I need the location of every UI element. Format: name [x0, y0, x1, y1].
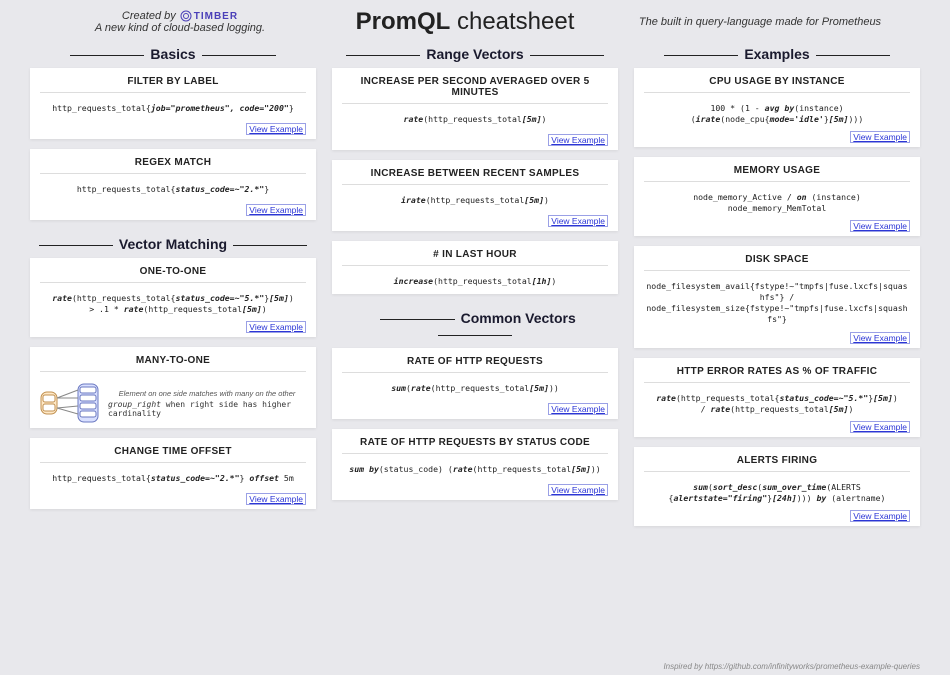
- card-title: ALERTS FIRING: [644, 455, 910, 472]
- page-title: PromQL cheatsheet: [320, 8, 610, 36]
- card-title: INCREASE BETWEEN RECENT SAMPLES: [342, 168, 608, 185]
- card-title: REGEX MATCH: [40, 157, 306, 174]
- footer-credit: Inspired by https://github.com/infinityw…: [663, 662, 920, 671]
- tagline: A new kind of cloud-based logging.: [40, 22, 320, 34]
- card: CPU USAGE BY INSTANCE 100 * (1 - avg by(i…: [634, 68, 920, 147]
- card-code: node_filesystem_avail{fstype!~"tmpfs|fus…: [644, 281, 910, 325]
- diagram-icon: [40, 382, 100, 424]
- card-code: http_requests_total{job="prometheus", co…: [40, 103, 306, 117]
- view-example-link[interactable]: View Example: [246, 321, 306, 333]
- view-example-link[interactable]: View Example: [850, 510, 910, 522]
- view-example-link[interactable]: View Example: [246, 493, 306, 505]
- view-example-link[interactable]: View Example: [548, 215, 608, 227]
- card: RATE OF HTTP REQUESTS sum(rate(http_reque…: [332, 348, 618, 419]
- view-example-link[interactable]: View Example: [548, 134, 608, 146]
- header: Created by TIMBER A new kind of cloud-ba…: [0, 0, 950, 40]
- many-to-one-diagram: Element on one side matches with many on…: [40, 382, 306, 424]
- column-1: Basics FILTER BY LABEL http_requests_tota…: [30, 40, 316, 675]
- card: INCREASE BETWEEN RECENT SAMPLES irate(htt…: [332, 160, 618, 231]
- card: INCREASE PER SECOND AVERAGED OVER 5 MINU…: [332, 68, 618, 150]
- card-code: sum(sort_desc(sum_over_time(ALERTS {aler…: [644, 482, 910, 504]
- card-code: node_memory_Active / on (instance) node_…: [644, 192, 910, 214]
- card-code: sum by(status_code) (rate(http_requests_…: [342, 464, 608, 478]
- card: CHANGE TIME OFFSET http_requests_total{st…: [30, 438, 316, 509]
- view-example-link[interactable]: View Example: [246, 123, 306, 135]
- section-common-vectors: Common Vectors: [332, 310, 618, 342]
- timber-icon: [180, 10, 192, 22]
- card-title: # IN LAST HOUR: [342, 249, 608, 266]
- card: MANY-TO-ONE Element on one side: [30, 347, 316, 428]
- card: MEMORY USAGE node_memory_Active / on (ins…: [634, 157, 920, 236]
- view-example-link[interactable]: View Example: [850, 421, 910, 433]
- columns: Basics FILTER BY LABEL http_requests_tota…: [0, 40, 950, 675]
- header-left: Created by TIMBER A new kind of cloud-ba…: [40, 10, 320, 34]
- view-example-link[interactable]: View Example: [850, 131, 910, 143]
- column-2: Range Vectors INCREASE PER SECOND AVERAG…: [332, 40, 618, 675]
- created-by-text: Created by: [122, 10, 176, 22]
- card-title: INCREASE PER SECOND AVERAGED OVER 5 MINU…: [342, 76, 608, 104]
- card-title: RATE OF HTTP REQUESTS BY STATUS CODE: [342, 437, 608, 454]
- header-center: PromQL cheatsheet: [320, 8, 610, 36]
- card: # IN LAST HOUR increase(http_requests_tot…: [332, 241, 618, 294]
- card-code: irate(http_requests_total[5m]): [342, 195, 608, 209]
- card: RATE OF HTTP REQUESTS BY STATUS CODE sum …: [332, 429, 618, 500]
- section-basics: Basics: [30, 46, 316, 62]
- card: ONE-TO-ONE rate(http_requests_total{statu…: [30, 258, 316, 337]
- section-examples: Examples: [634, 46, 920, 62]
- column-3: Examples CPU USAGE BY INSTANCE 100 * (1 -…: [634, 40, 920, 675]
- diagram-text: Element on one side matches with many on…: [108, 389, 306, 418]
- card-title: HTTP ERROR RATES AS % OF TRAFFIC: [644, 366, 910, 383]
- card-title: MANY-TO-ONE: [40, 355, 306, 372]
- card: ALERTS FIRING sum(sort_desc(sum_over_time…: [634, 447, 920, 526]
- card-title: CHANGE TIME OFFSET: [40, 446, 306, 463]
- title-bold: PromQL: [356, 8, 451, 35]
- section-range-vectors: Range Vectors: [332, 46, 618, 62]
- section-vector-matching: Vector Matching: [30, 236, 316, 252]
- card-code: rate(http_requests_total{status_code=~"5…: [40, 293, 306, 315]
- card-title: FILTER BY LABEL: [40, 76, 306, 93]
- card-title: CPU USAGE BY INSTANCE: [644, 76, 910, 93]
- card: REGEX MATCH http_requests_total{status_co…: [30, 149, 316, 220]
- timber-logo: TIMBER: [180, 10, 238, 22]
- view-example-link[interactable]: View Example: [548, 484, 608, 496]
- title-light: cheatsheet: [457, 8, 574, 35]
- card-code: rate(http_requests_total[5m]): [342, 114, 608, 128]
- view-example-link[interactable]: View Example: [850, 332, 910, 344]
- card-code: sum(rate(http_requests_total[5m])): [342, 383, 608, 397]
- timber-brand-text: TIMBER: [194, 11, 238, 22]
- card-code: rate(http_requests_total{status_code=~"5…: [644, 393, 910, 415]
- card: FILTER BY LABEL http_requests_total{job="…: [30, 68, 316, 139]
- view-example-link[interactable]: View Example: [850, 220, 910, 232]
- view-example-link[interactable]: View Example: [548, 403, 608, 415]
- card-title: ONE-TO-ONE: [40, 266, 306, 283]
- card-title: RATE OF HTTP REQUESTS: [342, 356, 608, 373]
- view-example-link[interactable]: View Example: [246, 204, 306, 216]
- card-title: DISK SPACE: [644, 254, 910, 271]
- card-code: http_requests_total{status_code=~"2.*"}: [40, 184, 306, 198]
- card: DISK SPACE node_filesystem_avail{fstype!~…: [634, 246, 920, 347]
- header-right: The built in query-language made for Pro…: [610, 16, 910, 28]
- card: HTTP ERROR RATES AS % OF TRAFFIC rate(htt…: [634, 358, 920, 437]
- card-code: increase(http_requests_total[1h]): [342, 276, 608, 290]
- card-title: MEMORY USAGE: [644, 165, 910, 182]
- card-code: 100 * (1 - avg by(instance) (irate(node_…: [644, 103, 910, 125]
- card-code: http_requests_total{status_code=~"2.*"} …: [40, 473, 306, 487]
